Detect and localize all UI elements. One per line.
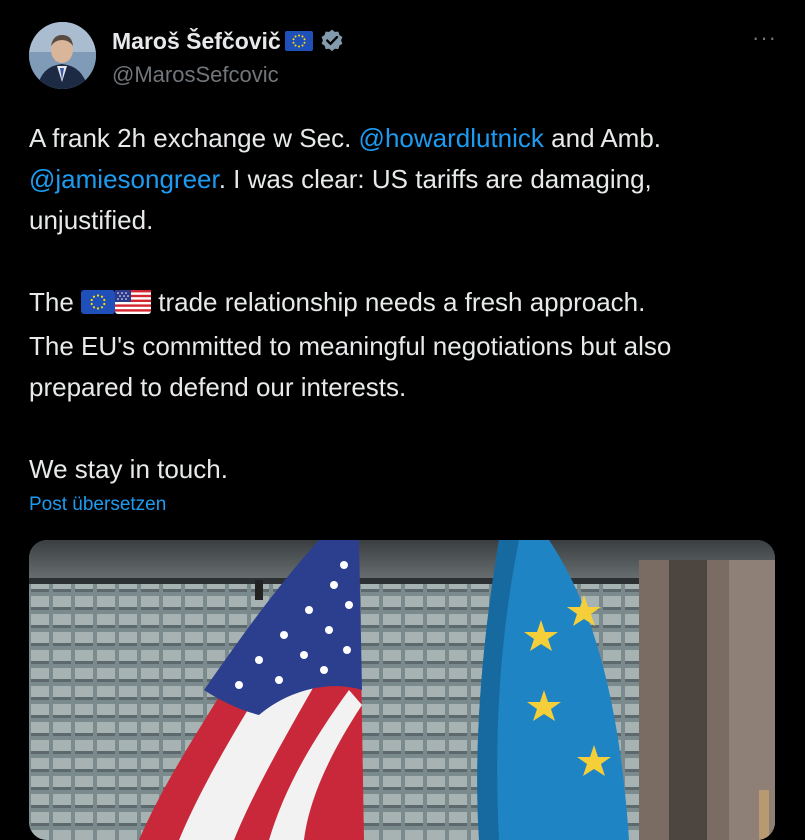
eu-flag-icon bbox=[81, 285, 116, 326]
tweet-text-segment: and Amb. bbox=[543, 123, 661, 153]
author-name-row: Maroš Šefčovič bbox=[112, 26, 345, 56]
translate-post-link[interactable]: Post übersetzen bbox=[29, 494, 166, 516]
tweet-paragraph-2: The trade relationship needs a fresh app… bbox=[29, 282, 779, 408]
tweet-text: A frank 2h exchange w Sec. @howardlutnic… bbox=[29, 118, 779, 490]
verified-badge-icon[interactable] bbox=[319, 28, 345, 54]
avatar[interactable] bbox=[29, 22, 96, 89]
flags-photo bbox=[29, 540, 775, 840]
eu-flag-icon bbox=[284, 31, 313, 51]
avatar-photo bbox=[29, 22, 96, 89]
tweet-text-segment: prepared to defend our interests. bbox=[29, 372, 407, 402]
more-options-button[interactable]: ··· bbox=[752, 26, 777, 50]
author-display-name[interactable]: Maroš Šefčovič bbox=[112, 28, 281, 55]
tweet-media-image[interactable] bbox=[29, 540, 775, 840]
mention-howardlutnick[interactable]: @howardlutnick bbox=[359, 123, 544, 153]
mention-jamiesongreer[interactable]: @jamiesongreer bbox=[29, 164, 219, 194]
tweet-text-segment: . I was clear: US tariffs are damaging, bbox=[218, 164, 652, 194]
tweet-text-segment: The bbox=[29, 287, 82, 317]
tweet-text-segment: trade relationship needs a fresh approac… bbox=[151, 287, 646, 317]
tweet-text-segment: The EU's committed to meaningful negotia… bbox=[29, 331, 672, 361]
tweet-text-segment: unjustified. bbox=[29, 205, 154, 235]
author-handle[interactable]: @MarosSefcovic bbox=[112, 62, 279, 88]
tweet-paragraph-3: We stay in touch. bbox=[29, 454, 228, 484]
tweet-paragraph-1: A frank 2h exchange w Sec. @howardlutnic… bbox=[29, 118, 779, 241]
tweet-text-segment: A frank 2h exchange w Sec. bbox=[29, 123, 359, 153]
us-flag-icon bbox=[115, 285, 152, 326]
